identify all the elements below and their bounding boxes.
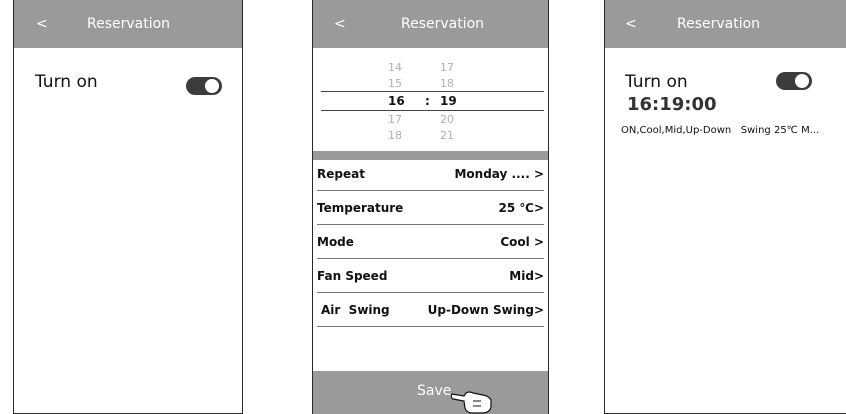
- page-title: Reservation: [87, 16, 171, 32]
- page-title: Reservation: [401, 16, 485, 32]
- setting-row-fan-speed[interactable]: Fan Speed Mid>: [317, 259, 544, 293]
- selected-minute[interactable]: 19: [440, 94, 457, 108]
- back-button[interactable]: <: [36, 16, 48, 32]
- setting-value[interactable]: Cool >: [500, 235, 544, 249]
- minute-option[interactable]: 17: [440, 61, 454, 74]
- setting-value[interactable]: Monday .... >: [454, 167, 544, 181]
- setting-label: Fan Speed: [317, 269, 388, 283]
- hour-option[interactable]: 17: [388, 113, 402, 126]
- turn-on-label: Turn on: [625, 72, 688, 92]
- setting-row-repeat[interactable]: Repeat Monday .... >: [317, 157, 544, 191]
- reservation-screen-1: < Reservation Turn on: [13, 0, 243, 414]
- hour-option[interactable]: 14: [388, 61, 402, 74]
- header: < Reservation: [313, 0, 548, 48]
- minute-option[interactable]: 20: [440, 113, 454, 126]
- hand-pointer-icon: [451, 391, 492, 414]
- reservation-summary: ON,Cool,Mid,Up-Down Swing 25℃ M...: [621, 125, 820, 136]
- selected-hour[interactable]: 16: [388, 94, 405, 108]
- header: < Reservation: [605, 0, 846, 48]
- save-label: Save: [417, 383, 452, 399]
- back-button[interactable]: <: [334, 16, 346, 32]
- reservation-screen-3: < Reservation Turn on 16:19:00 ON,Cool,M…: [604, 0, 846, 414]
- toggle-knob: [795, 74, 809, 88]
- turn-on-toggle[interactable]: [776, 72, 812, 90]
- hour-option[interactable]: 18: [388, 129, 402, 142]
- setting-value[interactable]: Up-Down Swing>: [428, 303, 544, 317]
- setting-row-temperature[interactable]: Temperature 25 ℃>: [317, 191, 544, 225]
- reservation-screen-2: < Reservation 14 17 15 18 16 : 19 17 20 …: [312, 0, 549, 414]
- turn-on-label: Turn on: [35, 72, 98, 92]
- reservation-time: 16:19:00: [627, 94, 717, 115]
- setting-label: Repeat: [317, 167, 365, 181]
- turn-on-toggle[interactable]: [186, 77, 222, 95]
- setting-value[interactable]: 25 ℃>: [499, 201, 544, 215]
- row-divider: [317, 326, 544, 327]
- minute-option[interactable]: 21: [440, 129, 454, 142]
- setting-value[interactable]: Mid>: [509, 269, 544, 283]
- setting-label: Mode: [317, 235, 354, 249]
- selection-line-bottom: [321, 110, 544, 111]
- page-title: Reservation: [677, 16, 761, 32]
- selection-line-top: [321, 91, 544, 92]
- setting-row-mode[interactable]: Mode Cool >: [317, 225, 544, 259]
- minute-option[interactable]: 18: [440, 77, 454, 90]
- save-button[interactable]: Save: [313, 371, 548, 414]
- setting-label: Temperature: [317, 201, 404, 215]
- time-picker[interactable]: 14 17 15 18 16 : 19 17 20 18 21: [313, 48, 548, 152]
- time-separator: :: [425, 94, 430, 108]
- header: < Reservation: [14, 0, 242, 48]
- setting-row-air-swing[interactable]: Air Swing Up-Down Swing>: [317, 293, 544, 327]
- back-button[interactable]: <: [625, 16, 637, 32]
- hour-option[interactable]: 15: [388, 77, 402, 90]
- toggle-knob: [205, 79, 219, 93]
- setting-label: Air Swing: [321, 303, 390, 317]
